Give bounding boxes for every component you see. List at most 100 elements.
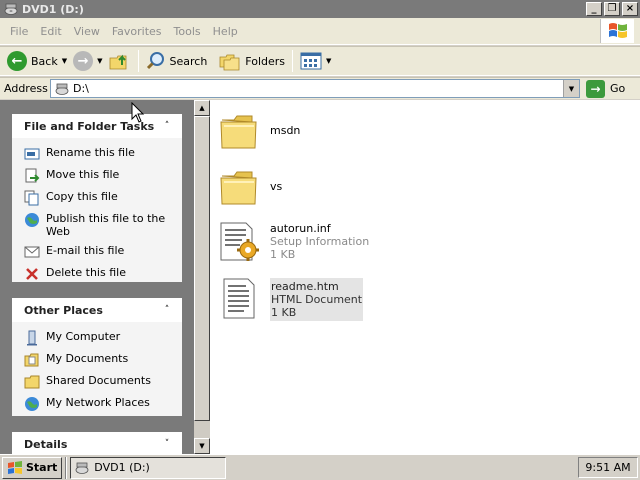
back-dropdown-icon[interactable]: ▼ [62, 57, 67, 65]
task-label: Publish this file to the Web [46, 212, 166, 238]
minimize-button[interactable]: _ [586, 2, 602, 16]
taskbar-window-button[interactable]: DVD1 (D:) [70, 456, 227, 479]
search-icon [146, 52, 164, 70]
menu-edit[interactable]: Edit [34, 25, 67, 38]
dvd-drive-icon [75, 462, 89, 474]
back-button[interactable]: ← Back ▼ [4, 48, 70, 74]
folders-button[interactable]: Folders [216, 48, 288, 74]
forward-arrow-icon: → [73, 51, 94, 71]
file-item-autorun[interactable]: autorun.inf Setup Information 1 KB [218, 220, 369, 264]
task-email[interactable]: E-mail this file [12, 241, 182, 263]
collapse-chevron-icon[interactable]: ˄ [160, 303, 174, 317]
views-button[interactable]: ▼ [297, 48, 334, 74]
rename-icon [24, 146, 40, 162]
go-button[interactable]: → Go [586, 79, 626, 98]
panel-header[interactable]: Other Places ˄ [12, 298, 182, 322]
scroll-down-icon[interactable]: ▼ [194, 438, 210, 454]
task-publish[interactable]: Publish this file to the Web [12, 209, 182, 241]
mouse-cursor-icon [131, 102, 145, 123]
forward-button[interactable]: → ▼ [70, 48, 105, 74]
windows-flag-icon [8, 460, 22, 474]
panel-header[interactable]: File and Folder Tasks ˄ [12, 114, 182, 138]
scroll-up-icon[interactable]: ▲ [194, 100, 210, 116]
file-type: Setup Information [270, 235, 370, 248]
go-arrow-icon: → [586, 79, 605, 98]
file-size: 1 KB [271, 306, 297, 319]
expand-chevron-icon[interactable]: ˅ [160, 437, 174, 451]
place-my-computer[interactable]: My Computer [12, 327, 182, 349]
address-input[interactable]: D:\ ▼ [50, 79, 580, 98]
taskbar: Start DVD1 (D:) 9:51 AM [0, 454, 640, 480]
toolbar-separator [292, 50, 294, 72]
task-pane-scrollbar[interactable]: ▲ ▼ [194, 100, 210, 454]
task-delete[interactable]: Delete this file [12, 263, 182, 285]
search-button[interactable]: Search [143, 48, 211, 74]
file-item-msdn[interactable]: msdn [218, 110, 300, 154]
copy-icon [24, 190, 40, 206]
task-label: Copy this file [46, 190, 118, 203]
menu-file[interactable]: File [4, 25, 34, 38]
menu-view[interactable]: View [68, 25, 106, 38]
panel-header[interactable]: Details ˅ [12, 432, 182, 454]
html-document-icon [223, 278, 255, 319]
publish-web-icon [24, 212, 40, 228]
file-item-readme[interactable]: readme.htm HTML Document 1 KB [218, 276, 364, 321]
address-value: D:\ [73, 82, 89, 95]
folders-label: Folders [245, 54, 286, 68]
up-folder-button[interactable] [106, 48, 134, 74]
start-button[interactable]: Start [2, 456, 63, 479]
details-panel: Details ˅ [12, 432, 182, 454]
shared-folder-icon [24, 374, 40, 390]
folder-icon [220, 115, 257, 149]
window-title: DVD1 (D:) [22, 2, 84, 16]
menu-favorites[interactable]: Favorites [106, 25, 168, 38]
menu-tools[interactable]: Tools [168, 25, 207, 38]
place-my-network-places[interactable]: My Network Places [12, 393, 182, 415]
file-name: readme.htm [271, 280, 339, 293]
task-label: Delete this file [46, 266, 126, 279]
place-label: My Network Places [46, 396, 150, 409]
title-bar: DVD1 (D:) _ ❐ × [0, 0, 640, 18]
task-label: Move this file [46, 168, 120, 181]
task-copy[interactable]: Copy this file [12, 187, 182, 209]
address-bar: Address D:\ ▼ → Go [0, 77, 640, 99]
address-dropdown-icon[interactable]: ▼ [563, 80, 579, 97]
go-label: Go [610, 82, 626, 95]
task-move[interactable]: Move this file [12, 165, 182, 187]
forward-dropdown-icon[interactable]: ▼ [97, 57, 102, 65]
system-tray: 9:51 AM [578, 457, 638, 478]
taskbar-window-label: DVD1 (D:) [94, 461, 150, 474]
dvd-drive-icon [55, 83, 69, 95]
search-label: Search [169, 54, 208, 68]
move-icon [24, 168, 40, 184]
views-icon [300, 52, 322, 70]
collapse-chevron-icon[interactable]: ˄ [160, 119, 174, 133]
place-shared-documents[interactable]: Shared Documents [12, 371, 182, 393]
place-my-documents[interactable]: My Documents [12, 349, 182, 371]
file-name: msdn [270, 124, 301, 137]
folders-icon [219, 54, 240, 71]
folder-icon [220, 171, 257, 205]
panel-title: Details [24, 437, 68, 451]
toolbar: ← Back ▼ → ▼ Search Folders ▼ [0, 46, 640, 76]
scroll-thumb[interactable] [194, 116, 210, 421]
file-item-vs[interactable]: vs [218, 166, 282, 210]
task-rename[interactable]: Rename this file [12, 143, 182, 165]
address-label: Address [4, 82, 48, 95]
menu-help[interactable]: Help [207, 25, 244, 38]
place-label: My Computer [46, 330, 121, 343]
up-folder-icon [109, 54, 126, 70]
dvd-drive-icon [4, 3, 18, 15]
place-label: My Documents [46, 352, 129, 365]
toolbar-separator [137, 50, 139, 72]
close-button[interactable]: × [622, 2, 638, 16]
menu-bar: File Edit View Favorites Tools Help [0, 18, 640, 45]
file-name: vs [270, 180, 283, 193]
other-places-panel: Other Places ˄ My Computer My Documents [12, 298, 182, 416]
views-dropdown-icon[interactable]: ▼ [326, 57, 331, 65]
place-label: Shared Documents [46, 374, 151, 387]
back-arrow-icon: ← [7, 51, 27, 71]
panel-title: Other Places [24, 303, 103, 317]
clock[interactable]: 9:51 AM [585, 461, 630, 474]
maximize-button[interactable]: ❐ [604, 2, 620, 16]
